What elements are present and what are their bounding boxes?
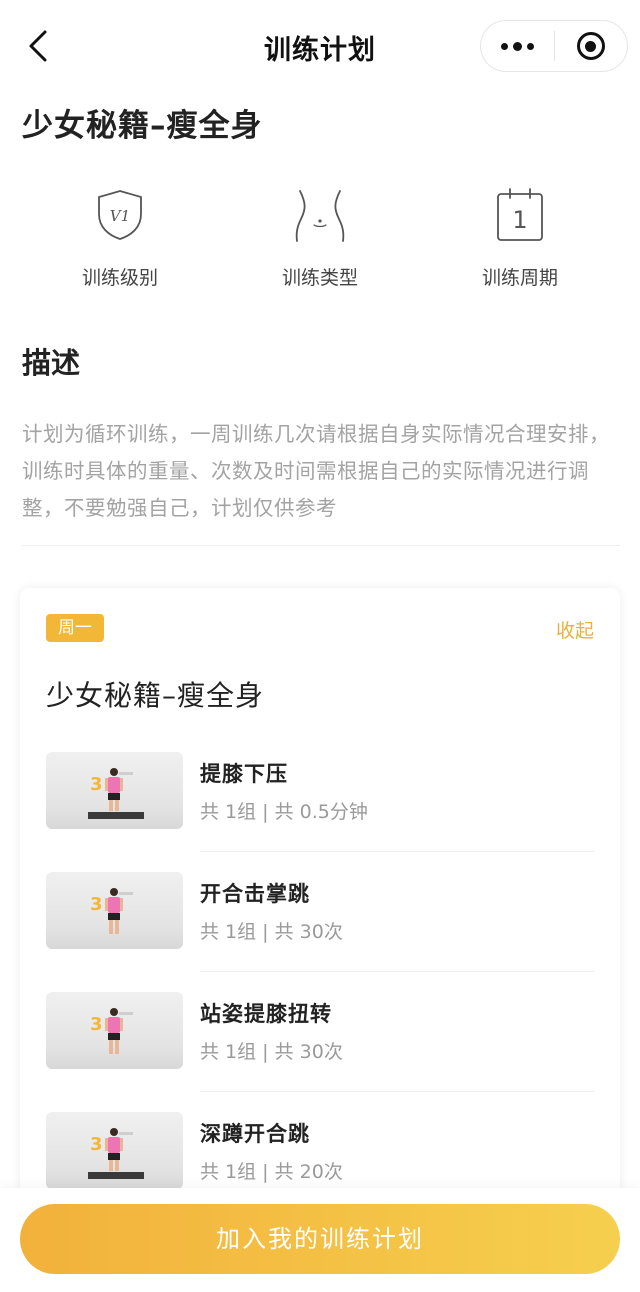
exercise-item[interactable]: 3 提膝下压 共 1组 | 共 0.5分钟 [46,752,594,872]
plan-info-row: V1 训练级别 训练类型 1 训练周期 [0,185,640,295]
exercise-thumbnail: 3 [46,1112,183,1189]
svg-text:3: 3 [90,894,103,915]
close-miniprogram-button[interactable] [555,21,627,71]
exercise-meta: 共 1组 | 共 30次 [200,921,343,943]
mini-program-capsule [480,20,628,72]
info-level[interactable]: V1 训练级别 [40,185,200,290]
exercise-name: 站姿提膝扭转 [200,1002,332,1026]
day-plan-title: 少女秘籍–瘦全身 [46,679,265,712]
join-plan-button[interactable]: 加入我的训练计划 [20,1204,620,1274]
exercise-thumbnail: 3 [46,992,183,1069]
day-card: 周一 收起 少女秘籍–瘦全身 3 提膝下压 共 1组 | 共 0.5分钟 3 开… [20,588,620,1292]
exercise-item[interactable]: 3 开合击掌跳 共 1组 | 共 30次 [46,872,594,992]
description-heading: 描述 [22,346,81,380]
more-dots-icon-right [527,42,534,50]
item-divider [200,851,594,852]
exercise-name: 提膝下压 [200,762,288,786]
info-period-icon-wrap: 1 [440,185,600,245]
svg-text:3: 3 [90,1014,103,1035]
exercise-meta: 共 1组 | 共 30次 [200,1041,343,1063]
exercise-name: 开合击掌跳 [200,882,310,906]
target-icon-dot [585,40,597,52]
exercise-meta: 共 1组 | 共 0.5分钟 [200,801,368,823]
waist-icon [295,190,345,242]
exercise-figure-image: 3 [88,1128,144,1179]
section-divider [22,545,620,546]
info-type-icon-wrap [240,185,400,245]
exercise-thumbnail: 3 [46,872,183,949]
svg-text:1: 1 [512,206,527,234]
info-level-label: 训练级别 [81,267,158,289]
info-level-icon-wrap: V1 [40,185,200,245]
info-period[interactable]: 1 训练周期 [440,185,600,290]
svg-text:V1: V1 [110,207,130,225]
exercise-figure-image: 3 [90,888,133,934]
description-text: 计划为循环训练，一周训练几次请根据自身实际情况合理安排，训练时具体的重量、次数及… [22,422,610,520]
item-divider [200,971,594,972]
info-type[interactable]: 训练类型 [240,185,400,290]
info-period-label: 训练周期 [481,267,558,289]
navigation-bar: 训练计划 [0,0,640,92]
more-dots-icon-center [513,41,522,51]
exercise-figure-image: 3 [90,1008,133,1054]
calendar-icon: 1 [497,188,543,241]
info-type-label: 训练类型 [281,267,358,289]
exercise-thumbnail: 3 [46,752,183,829]
exercise-item[interactable]: 3 站姿提膝扭转 共 1组 | 共 30次 [46,992,594,1112]
exercise-figure-image: 3 [88,768,144,819]
day-badge: 周一 [46,614,104,642]
item-divider [200,1091,594,1092]
shield-level-icon: V1 [98,190,142,240]
exercise-name: 深蹲开合跳 [200,1122,310,1146]
exercise-list: 3 提膝下压 共 1组 | 共 0.5分钟 3 开合击掌跳 共 1组 | 共 3… [46,752,594,1232]
bottom-action-bar: 加入我的训练计划 [0,1188,640,1292]
target-icon [576,32,605,60]
svg-text:3: 3 [90,774,103,795]
collapse-button[interactable]: 收起 [556,616,594,643]
plan-title: 少女秘籍–瘦全身 [22,108,263,144]
more-dots-icon [501,42,508,50]
exercise-meta: 共 1组 | 共 20次 [200,1161,343,1183]
svg-text:3: 3 [90,1134,103,1155]
more-button[interactable] [481,21,554,71]
